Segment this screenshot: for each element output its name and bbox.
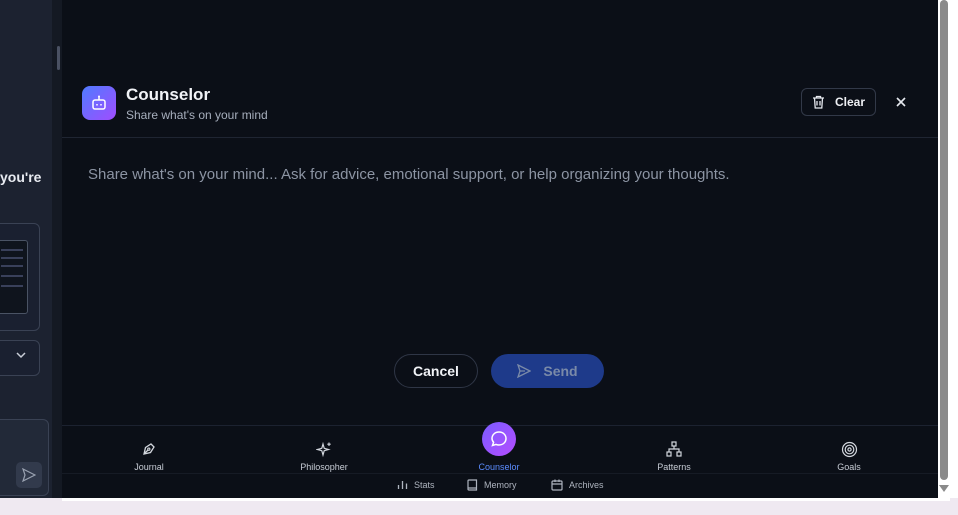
nav-archives[interactable]: Archives xyxy=(551,479,604,491)
trash-icon xyxy=(812,95,824,109)
background-panel: you're xyxy=(0,0,62,498)
secondary-navigation: Stats Memory Archives xyxy=(62,473,938,499)
panel-edge xyxy=(52,0,62,498)
send-icon xyxy=(517,364,532,378)
background-send-button[interactable] xyxy=(16,462,42,488)
nav-label: Patterns xyxy=(657,462,691,472)
scroll-down-arrow-icon[interactable] xyxy=(939,485,949,492)
background-select[interactable] xyxy=(0,340,40,376)
scrollbar-thumb[interactable] xyxy=(940,0,948,480)
resize-handle[interactable] xyxy=(57,46,60,70)
nav-goals[interactable]: Goals xyxy=(799,426,899,474)
nav-label: Philosopher xyxy=(300,462,348,472)
nav-label: Memory xyxy=(484,480,517,490)
dialog-bottom-edge xyxy=(62,498,950,501)
pen-nib-icon xyxy=(143,443,155,455)
background-heading-fragment: you're xyxy=(0,169,42,185)
nav-label: Goals xyxy=(837,462,861,472)
send-button[interactable]: Send xyxy=(491,354,604,388)
nav-philosopher[interactable]: Philosopher xyxy=(274,426,374,474)
clear-label: Clear xyxy=(834,95,866,109)
target-icon xyxy=(841,441,857,457)
sparkles-icon xyxy=(315,441,331,457)
dialog-header: Counselor Share what's on your mind Clea… xyxy=(62,76,938,138)
robot-icon xyxy=(92,95,106,110)
nav-label: Stats xyxy=(414,479,435,490)
active-nav-indicator xyxy=(482,422,516,456)
nav-label: Counselor xyxy=(478,462,520,472)
nav-patterns[interactable]: Patterns xyxy=(624,426,724,474)
window-edge xyxy=(950,0,958,498)
background-input[interactable] xyxy=(0,419,49,496)
close-icon xyxy=(896,97,906,107)
counselor-avatar xyxy=(82,86,116,120)
bar-chart-icon xyxy=(397,481,408,489)
nav-label: Journal xyxy=(134,462,164,472)
dialog-subtitle: Share what's on your mind xyxy=(126,108,268,122)
chevron-down-icon xyxy=(16,352,26,359)
background-thumbnail xyxy=(0,240,28,314)
bottom-navigation: Journal Philosopher Counselor Patterns G… xyxy=(62,422,938,474)
nav-counselor[interactable]: Counselor xyxy=(449,422,549,474)
clear-button[interactable]: Clear xyxy=(801,88,876,116)
nav-journal[interactable]: Journal xyxy=(99,426,199,474)
vertical-scrollbar[interactable] xyxy=(938,0,950,498)
nav-stats[interactable]: Stats xyxy=(397,479,435,490)
book-icon xyxy=(467,479,478,491)
nav-memory[interactable]: Memory xyxy=(467,479,517,491)
message-input[interactable] xyxy=(86,164,910,338)
dialog-title: Counselor xyxy=(126,85,211,104)
calendar-icon xyxy=(551,479,563,491)
network-icon xyxy=(666,441,682,457)
send-label: Send xyxy=(543,363,578,379)
chat-bubble-icon xyxy=(491,431,507,447)
nav-label: Archives xyxy=(569,480,604,490)
counselor-dialog: Counselor Share what's on your mind Clea… xyxy=(62,0,938,498)
cancel-button[interactable]: Cancel xyxy=(394,354,478,388)
close-button[interactable] xyxy=(890,91,912,113)
send-icon xyxy=(22,468,36,482)
